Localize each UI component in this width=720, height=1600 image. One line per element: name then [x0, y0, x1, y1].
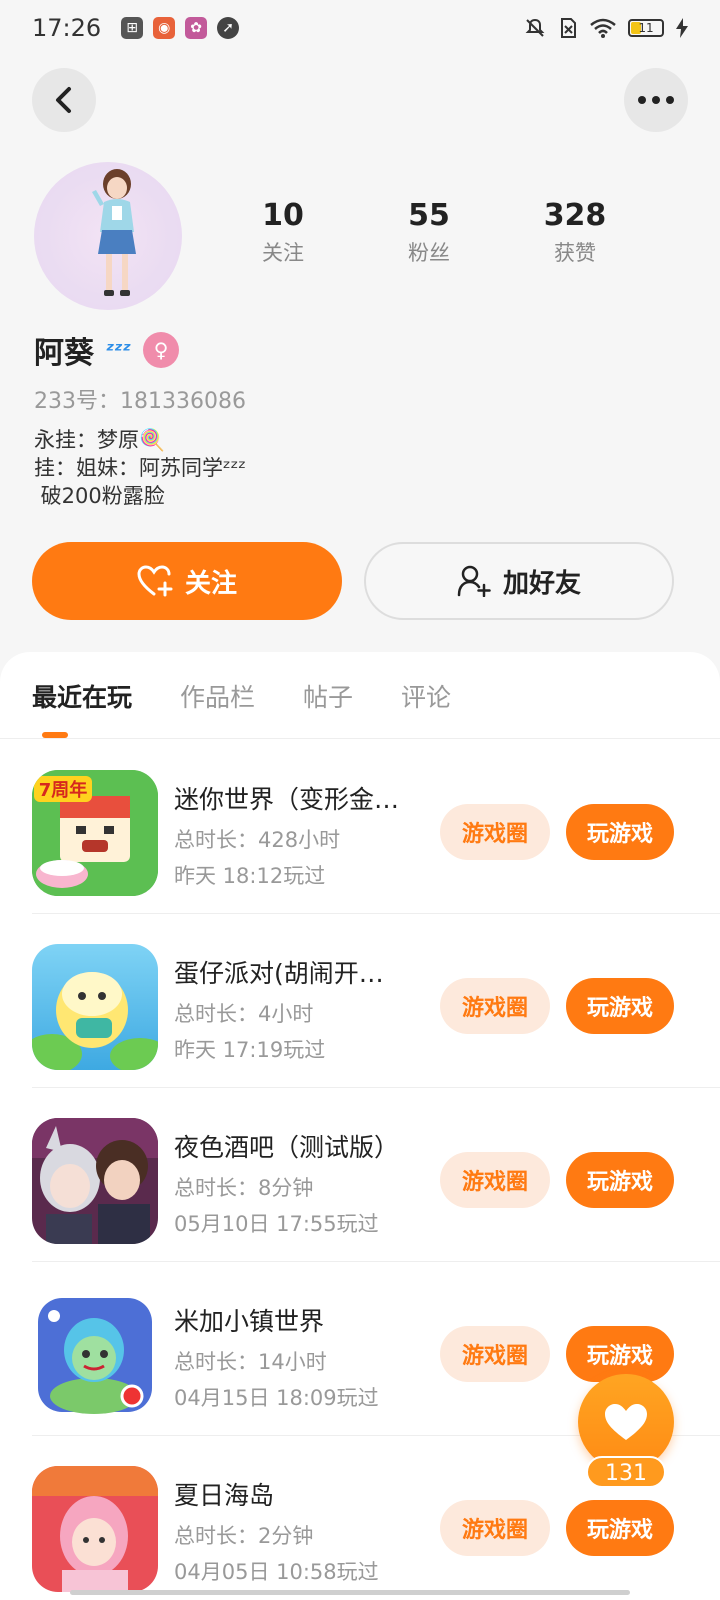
- charging-icon: [676, 18, 688, 38]
- game-title[interactable]: 蛋仔派对(胡闹开…: [174, 954, 426, 990]
- play-game-button[interactable]: 玩游戏: [566, 1500, 674, 1556]
- bio: 永挂：梦原🍭 挂：姐妹：阿苏同学ᶻᶻᶻ 破200粉露脸: [34, 426, 246, 510]
- game-duration: 总时长：2分钟: [174, 1524, 314, 1548]
- app-notification-icon: ✿: [185, 17, 208, 39]
- profile-stats: 10 关注 55 粉丝 328 获赞: [210, 198, 690, 267]
- bio-line: 挂：姐妹：阿苏同学ᶻᶻᶻ: [34, 456, 247, 480]
- user-id: 233号：181336086: [34, 389, 246, 414]
- game-app-icon: ⊞: [121, 17, 144, 39]
- like-count-badge: 131: [586, 1456, 666, 1488]
- chevron-left-icon: [56, 87, 71, 113]
- status-time: 17:26: [32, 14, 102, 42]
- game-duration: 总时长：428小时: [174, 828, 341, 852]
- play-game-button[interactable]: 玩游戏: [566, 1152, 674, 1208]
- game-circle-button[interactable]: 游戏圈: [440, 804, 550, 860]
- game-duration: 总时长：8分钟: [174, 1176, 314, 1200]
- weibo-icon: ◉: [153, 17, 176, 39]
- wifi-icon: [590, 18, 616, 38]
- stat-value: 328: [543, 198, 607, 233]
- follow-label: 关注: [184, 568, 237, 599]
- game-duration: 总时长：14小时: [174, 1350, 327, 1374]
- night-bar-icon[interactable]: [32, 1118, 158, 1244]
- game-title[interactable]: 夏日海岛: [174, 1476, 426, 1512]
- summer-island-icon[interactable]: [32, 1466, 158, 1592]
- stat-fans[interactable]: 55 粉丝: [356, 198, 502, 267]
- more-dots-icon: [638, 96, 674, 104]
- status-bar: 17:26 ⊞ ◉ ✿ ➚ 11: [0, 0, 720, 56]
- name-row: 阿葵 ᶻᶻᶻ ♀: [34, 328, 180, 372]
- mini-world-icon[interactable]: 7周年: [32, 770, 158, 896]
- list-item[interactable]: 蛋仔派对(胡闹开… 总时长：4小时 昨天 17:19玩过 游戏圈 玩游戏: [0, 914, 720, 1088]
- follow-button[interactable]: 关注: [32, 542, 342, 620]
- tab-posts[interactable]: 帖子: [303, 678, 353, 714]
- stat-value: 10: [262, 198, 304, 233]
- game-circle-button[interactable]: 游戏圈: [440, 978, 550, 1034]
- avatar[interactable]: [34, 162, 182, 310]
- tab-works[interactable]: 作品栏: [180, 678, 255, 714]
- game-last-played: 04月15日 18:09玩过: [174, 1386, 379, 1410]
- add-friend-label: 加好友: [502, 568, 581, 599]
- stat-label: 获赞: [554, 241, 596, 265]
- game-circle-button[interactable]: 游戏圈: [440, 1326, 550, 1382]
- female-gender-icon: ♀: [143, 332, 180, 368]
- compass-icon: ➚: [217, 17, 240, 39]
- stat-label: 关注: [262, 241, 304, 265]
- battery-level: 11: [638, 21, 654, 35]
- bio-line: 破200粉露脸: [34, 484, 165, 508]
- tab-comments[interactable]: 评论: [401, 678, 451, 714]
- top-nav: [0, 68, 720, 132]
- tab-recently-played[interactable]: 最近在玩: [32, 678, 132, 714]
- stat-value: 55: [408, 198, 450, 233]
- game-circle-button[interactable]: 游戏圈: [440, 1152, 550, 1208]
- list-item[interactable]: 夜色酒吧（测试版） 总时长：8分钟 05月10日 17:55玩过 游戏圈 玩游戏: [0, 1088, 720, 1262]
- stat-likes[interactable]: 328 获赞: [502, 198, 648, 267]
- play-game-button[interactable]: 玩游戏: [566, 978, 674, 1034]
- home-indicator[interactable]: [70, 1590, 630, 1595]
- miga-town-icon[interactable]: [32, 1292, 158, 1418]
- game-last-played: 05月10日 17:55玩过: [174, 1212, 379, 1236]
- list-item[interactable]: 7周年 迷你世界（变形金… 总时长：428小时 昨天 18:12玩过 游戏圈 玩…: [0, 740, 720, 914]
- game-title[interactable]: 夜色酒吧（测试版）: [174, 1128, 426, 1164]
- game-circle-button[interactable]: 游戏圈: [440, 1500, 550, 1556]
- add-user-icon: [457, 565, 491, 597]
- username: 阿葵: [34, 336, 94, 371]
- stat-following[interactable]: 10 关注: [210, 198, 356, 267]
- game-last-played: 昨天 17:19玩过: [174, 1038, 326, 1062]
- sleep-zzz-icon: ᶻᶻᶻ: [106, 338, 132, 362]
- avatar-character-icon: [92, 169, 136, 296]
- heart-icon: [605, 1404, 647, 1440]
- stat-label: 粉丝: [408, 241, 450, 265]
- more-button[interactable]: [624, 68, 688, 132]
- heart-plus-icon: [137, 565, 173, 597]
- back-button[interactable]: [32, 68, 96, 132]
- icon-badge-text: 7周年: [39, 779, 88, 801]
- tab-bar: 最近在玩 作品栏 帖子 评论: [32, 678, 451, 714]
- divider: [0, 738, 720, 739]
- bio-line: 永挂：梦原🍭: [34, 428, 166, 452]
- no-sim-icon: [561, 18, 576, 38]
- eggy-party-icon[interactable]: [32, 944, 158, 1070]
- play-game-button[interactable]: 玩游戏: [566, 804, 674, 860]
- add-friend-button[interactable]: 加好友: [364, 542, 674, 620]
- mute-bell-icon: [525, 18, 545, 37]
- game-last-played: 04月05日 10:58玩过: [174, 1560, 379, 1584]
- battery-icon: 11: [628, 19, 664, 37]
- game-duration: 总时长：4小时: [174, 1002, 314, 1026]
- game-last-played: 昨天 18:12玩过: [174, 864, 326, 888]
- game-title[interactable]: 迷你世界（变形金…: [174, 780, 426, 816]
- game-title[interactable]: 米加小镇世界: [174, 1302, 426, 1338]
